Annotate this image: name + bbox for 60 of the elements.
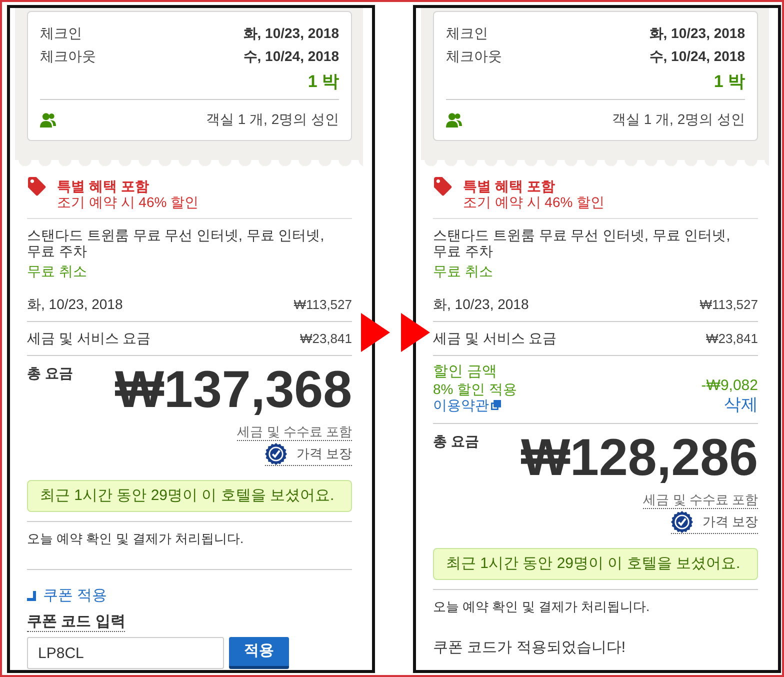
date-label: 체크인 (446, 24, 488, 43)
check-seal-icon (265, 443, 288, 465)
offer-title: 특별 혜택 포함 (463, 178, 555, 194)
offer-detail: 조기 예약 시 46% 할인 (57, 194, 199, 210)
tag-icon (27, 176, 46, 196)
right-arrow-icon (401, 313, 430, 352)
people-icon (446, 112, 462, 128)
charge-label: 세금 및 서비스 요금 (27, 330, 151, 347)
total-price: ₩137,368 (114, 364, 352, 416)
total-label: 총 요금 (27, 365, 73, 382)
price-guarantee-link[interactable]: 가격 보장 (265, 443, 352, 466)
date-value: 수, 10/24, 2018 (649, 47, 745, 66)
guests-text: 객실 1 개, 2명의 성인 (612, 110, 745, 129)
charge-amount: ₩23,841 (706, 330, 758, 347)
charge-label: 화, 10/23, 2018 (433, 296, 529, 313)
date-label: 체크인 (40, 24, 82, 43)
remove-link[interactable]: 삭제 (724, 394, 758, 414)
cancellation-text: 무료 취소 (27, 263, 87, 279)
recent-views-alert: 최근 1시간 동안 29명이 이 호텔을 보셨어요. (27, 480, 352, 512)
room-description: 스탠다드 트윈룸 무료 무선 인터넷, 무료 인터넷, 무료 주차 (433, 227, 730, 259)
charge-amount: ₩113,527 (294, 296, 352, 313)
discount-title: 할인 금액 (433, 364, 498, 380)
date-label: 체크아웃 (446, 47, 502, 66)
terms-link[interactable]: 이용약관 (433, 397, 501, 414)
coupon-code-field[interactable]: LP8CL (27, 637, 224, 669)
offer-title: 특별 혜택 포함 (57, 178, 149, 194)
room-description: 스탠다드 트윈룸 무료 무선 인터넷, 무료 인터넷, 무료 주차 (27, 227, 324, 259)
date-value: 화, 10/23, 2018 (243, 24, 339, 43)
guests-text: 객실 1 개, 2명의 성인 (206, 110, 339, 129)
date-value: 수, 10/24, 2018 (243, 47, 339, 66)
charge-label: 세금 및 서비스 요금 (433, 330, 557, 347)
recent-views-alert: 최근 1시간 동안 29명이 이 호텔을 보셨어요. (433, 548, 758, 580)
nights-count: 1 박 (308, 72, 339, 91)
apply-coupon-link[interactable]: 쿠폰 적용 (27, 587, 108, 605)
coupon-code-label: 쿠폰 코드 입력 (27, 613, 126, 632)
corner-icon (27, 591, 36, 601)
charge-label: 화, 10/23, 2018 (27, 296, 123, 313)
payment-note: 오늘 예약 확인 및 결제가 처리됩니다. (433, 598, 650, 614)
total-label: 총 요금 (433, 432, 479, 450)
external-link-icon (491, 400, 501, 410)
discount-amount: -₩9,082 (701, 378, 758, 394)
cancellation-text: 무료 취소 (433, 263, 493, 279)
price-guarantee-link[interactable]: 가격 보장 (671, 510, 758, 534)
right-arrow-icon (361, 313, 390, 352)
tax-note: 세금 및 수수료 포함 (237, 423, 352, 441)
total-price: ₩128,286 (520, 432, 758, 484)
check-seal-icon (671, 510, 694, 532)
date-value: 화, 10/23, 2018 (649, 24, 745, 43)
coupon-applied-message: 쿠폰 코드가 적용되었습니다! (433, 638, 626, 656)
apply-button[interactable]: 적용 (229, 637, 289, 669)
date-label: 체크아웃 (40, 47, 96, 66)
tax-note: 세금 및 수수료 포함 (643, 490, 758, 508)
offer-detail: 조기 예약 시 46% 할인 (463, 194, 605, 210)
people-icon (40, 112, 56, 128)
charge-amount: ₩23,841 (300, 330, 352, 347)
tag-icon (433, 176, 452, 196)
payment-note: 오늘 예약 확인 및 결제가 처리됩니다. (27, 531, 244, 546)
charge-amount: ₩113,527 (700, 296, 758, 313)
discount-detail: 8% 할인 적용 (433, 380, 518, 397)
nights-count: 1 박 (714, 72, 745, 91)
